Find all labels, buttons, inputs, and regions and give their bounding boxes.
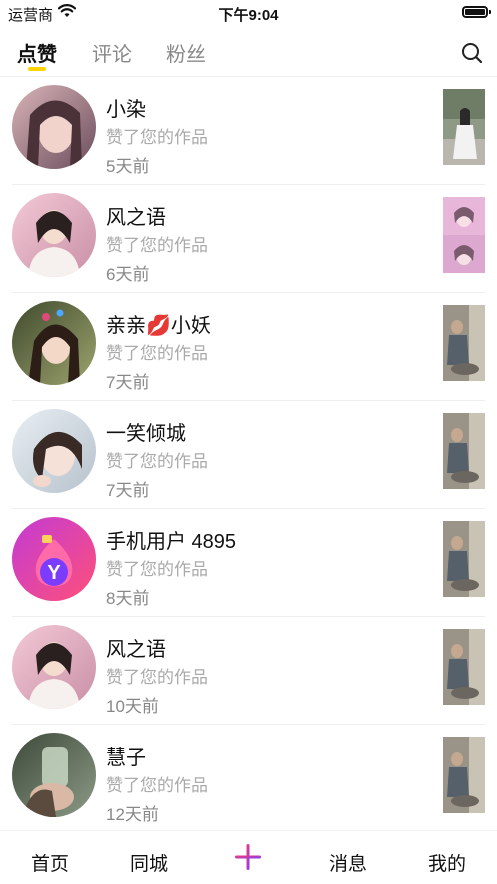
nav-messages[interactable]: 消息 — [308, 849, 388, 876]
avatar[interactable] — [12, 625, 96, 709]
list-item[interactable]: 风之语 赞了您的作品 10天前 — [0, 617, 497, 725]
avatar[interactable] — [12, 733, 96, 817]
list-item[interactable]: 亲亲💋小妖 赞了您的作品 7天前 — [0, 293, 497, 401]
work-thumbnail[interactable] — [443, 197, 485, 273]
time-ago: 12天前 — [106, 805, 159, 824]
tab-likes[interactable]: 点赞 — [17, 38, 57, 67]
user-name[interactable]: 亲亲💋小妖 — [106, 309, 211, 338]
list-item[interactable]: 小染 赞了您的作品 5天前 — [0, 77, 497, 185]
list-item[interactable]: Y 手机用户 4895 赞了您的作品 8天前 — [0, 509, 497, 617]
nav-home[interactable]: 首页 — [10, 849, 90, 876]
tab-comments[interactable]: 评论 — [92, 38, 132, 67]
time-ago: 8天前 — [106, 589, 150, 608]
user-name[interactable]: 风之语 — [106, 633, 166, 662]
work-thumbnail[interactable] — [443, 737, 485, 813]
svg-text:Y: Y — [47, 562, 61, 584]
work-thumbnail[interactable] — [443, 89, 485, 165]
list-item[interactable]: 慧子 赞了您的作品 12天前 — [0, 725, 497, 833]
like-action-text: 赞了您的作品 — [106, 776, 208, 795]
bottom-navigation: 首页 同城 消息 我的 — [0, 830, 497, 884]
work-thumbnail[interactable] — [443, 305, 485, 381]
time-ago: 5天前 — [106, 157, 150, 176]
list-item[interactable]: 一笑倾城 赞了您的作品 7天前 — [0, 401, 497, 509]
user-name[interactable]: 风之语 — [106, 201, 166, 230]
time-ago: 6天前 — [106, 265, 150, 284]
battery-icon — [462, 6, 491, 18]
time-ago: 7天前 — [106, 373, 150, 392]
like-action-text: 赞了您的作品 — [106, 344, 208, 363]
like-action-text: 赞了您的作品 — [106, 236, 208, 255]
avatar[interactable] — [12, 193, 96, 277]
like-action-text: 赞了您的作品 — [106, 560, 208, 579]
like-action-text: 赞了您的作品 — [106, 128, 208, 147]
nav-mine[interactable]: 我的 — [407, 849, 487, 876]
status-bar: 运营商 下午9:04 — [0, 0, 497, 26]
user-name[interactable]: 一笑倾城 — [106, 417, 186, 446]
search-icon[interactable] — [461, 42, 483, 64]
avatar[interactable]: Y — [12, 517, 96, 601]
user-name[interactable]: 手机用户 4895 — [106, 525, 236, 554]
notification-tabs: 点赞 评论 粉丝 — [0, 26, 497, 77]
list-item[interactable]: 风之语 赞了您的作品 6天前 — [0, 185, 497, 293]
avatar[interactable] — [12, 85, 96, 169]
like-action-text: 赞了您的作品 — [106, 452, 208, 471]
create-post-plus-icon[interactable] — [234, 843, 262, 871]
work-thumbnail[interactable] — [443, 521, 485, 597]
avatar[interactable] — [12, 301, 96, 385]
nav-nearby[interactable]: 同城 — [109, 849, 189, 876]
status-time: 下午9:04 — [218, 7, 279, 24]
time-ago: 7天前 — [106, 481, 150, 500]
user-name[interactable]: 慧子 — [106, 741, 146, 770]
user-name[interactable]: 小染 — [106, 93, 146, 122]
work-thumbnail[interactable] — [443, 413, 485, 489]
avatar[interactable] — [12, 409, 96, 493]
work-thumbnail[interactable] — [443, 629, 485, 705]
tab-fans[interactable]: 粉丝 — [166, 38, 206, 67]
like-notification-list: 小染 赞了您的作品 5天前 风之语 赞了您的作品 6天前 亲亲💋小妖 赞了您的作… — [0, 77, 497, 833]
time-ago: 10天前 — [106, 697, 159, 716]
like-action-text: 赞了您的作品 — [106, 668, 208, 687]
active-tab-indicator — [28, 67, 46, 71]
